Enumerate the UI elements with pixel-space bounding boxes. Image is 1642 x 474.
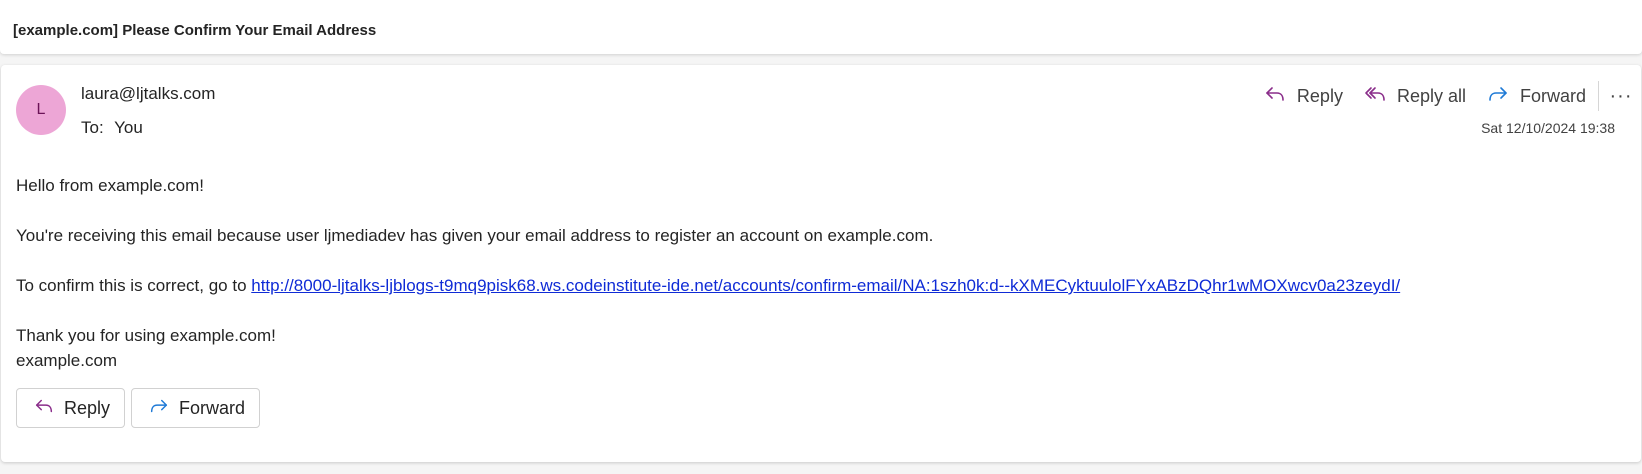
forward-icon xyxy=(1486,82,1510,111)
body-reason: You're receiving this email because user… xyxy=(16,226,934,245)
action-divider xyxy=(1598,81,1599,111)
body-confirm: To confirm this is correct, go to http:/… xyxy=(16,273,1616,298)
message-body: Hello from example.com! You're receiving… xyxy=(16,173,1616,373)
header-actions: Reply Reply all Forward ··· xyxy=(1253,79,1639,113)
forward-icon xyxy=(148,395,170,422)
reply-all-label: Reply all xyxy=(1396,85,1466,106)
avatar-initial: L xyxy=(36,101,46,118)
reply-icon xyxy=(1263,82,1287,111)
body-thanks: Thank you for using example.com! xyxy=(16,326,276,345)
forward-label: Forward xyxy=(1519,85,1586,106)
email-subject: [example.com] Please Confirm Your Email … xyxy=(13,22,377,39)
reply-all-button[interactable]: Reply all xyxy=(1353,79,1476,113)
subject-bar: [example.com] Please Confirm Your Email … xyxy=(0,0,1642,54)
to-label: To: xyxy=(81,118,104,137)
reply-icon xyxy=(33,395,55,422)
message-card: L laura@ljtalks.com To: You Reply Reply … xyxy=(1,65,1641,462)
recipient-name[interactable]: You xyxy=(114,118,143,137)
body-signature: example.com xyxy=(16,351,118,370)
footer-forward-label: Forward xyxy=(179,397,246,418)
message-timestamp: Sat 12/10/2024 19:38 xyxy=(1481,120,1615,136)
more-actions-button[interactable]: ··· xyxy=(1603,79,1639,113)
forward-button[interactable]: Forward xyxy=(1476,79,1596,113)
confirm-prefix: To confirm this is correct, go to xyxy=(16,276,252,295)
more-icon: ··· xyxy=(1609,84,1633,107)
avatar[interactable]: L xyxy=(16,85,66,135)
footer-actions: Reply Forward xyxy=(16,388,261,428)
footer-reply-label: Reply xyxy=(64,397,111,418)
reply-button[interactable]: Reply xyxy=(1253,79,1353,113)
confirm-link[interactable]: http://8000-ljtalks-ljblogs-t9mq9pisk68.… xyxy=(251,276,1400,295)
recipient-line: To: You xyxy=(81,118,143,138)
footer-forward-button[interactable]: Forward xyxy=(131,388,261,428)
body-greeting: Hello from example.com! xyxy=(16,176,205,195)
sender-email[interactable]: laura@ljtalks.com xyxy=(81,84,215,104)
footer-reply-button[interactable]: Reply xyxy=(16,388,126,428)
reply-all-icon xyxy=(1363,82,1387,111)
reply-label: Reply xyxy=(1296,85,1343,106)
